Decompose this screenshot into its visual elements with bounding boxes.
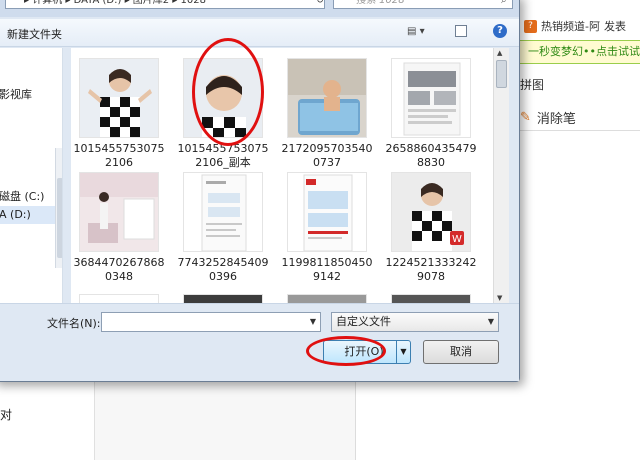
svg-text:W: W [452, 234, 462, 245]
file-type-value: 自定义文件 [336, 315, 391, 328]
file-item[interactable] [175, 290, 271, 303]
file-list-scrollbar[interactable]: ▲ ▼ [493, 48, 509, 303]
thumbnail-flyer-room [391, 58, 471, 138]
file-name: 10154557530752106_副本 [177, 142, 269, 169]
thumbnail-portrait [79, 58, 159, 138]
help-icon[interactable]: ? [493, 24, 507, 38]
thumbnail-room [79, 172, 159, 252]
scroll-up-icon[interactable]: ▲ [497, 49, 502, 57]
filename-label: 文件名(N): [47, 317, 101, 330]
search-input[interactable]: 搜索 1028 [333, 0, 513, 9]
file-name: 36844702678680348 [73, 256, 165, 283]
new-folder-button[interactable]: 新建文件夹 [7, 26, 62, 42]
hot-channel-icon: ? [524, 19, 537, 33]
hot-channel-link[interactable]: 热销频道-阿 [541, 18, 600, 34]
file-item[interactable]: 10154557530752106_副本 [175, 54, 271, 179]
nav-scrollbar[interactable] [55, 148, 62, 268]
file-item[interactable]: W 12245213332429078 [383, 168, 479, 293]
file-item[interactable]: 21720957035400737 [279, 54, 375, 179]
file-list: 10154557530752106 10154557530752106_副本 2… [71, 48, 495, 303]
file-item[interactable] [383, 290, 479, 303]
chevron-down-icon[interactable]: ▼ [310, 317, 316, 326]
navigation-pane: 影视库 磁盘 (C:) A (D:) [0, 48, 63, 303]
file-name: 77432528454090396 [177, 256, 269, 283]
thumbnail-child-bath [287, 58, 367, 138]
open-button-label: 打开(O) [344, 345, 384, 358]
file-item[interactable] [279, 290, 375, 303]
file-item[interactable]: 36844702678680348 [71, 168, 167, 293]
filename-input[interactable]: ▼ [101, 312, 321, 332]
column-divider [355, 382, 356, 460]
thumbnail-document [183, 172, 263, 252]
nav-item-video-library[interactable]: 影视库 [0, 86, 32, 102]
address-bar[interactable]: ▸ 计算机 ▸ DATA (D:) ▸ 图片库2 ▸ 1028 [5, 0, 325, 9]
view-options-icon[interactable]: ▤ ▾ [407, 26, 425, 37]
file-item[interactable] [71, 290, 167, 303]
file-item[interactable]: 10154557530752106 [71, 54, 167, 179]
thumbnail-flyer-red [287, 172, 367, 252]
dialog-footer: 文件名(N): ▼ 自定义文件 ▼ 打开(O) ▼ 取消 [0, 303, 519, 381]
refresh-icon[interactable]: ↻ [313, 0, 327, 9]
file-name: 11998118504509142 [281, 256, 373, 283]
toolbar: 新建文件夹 ▤ ▾ ? [0, 19, 519, 47]
thumbnail-partial [391, 294, 471, 303]
file-item[interactable]: 77432528454090396 [175, 168, 271, 293]
scroll-down-icon[interactable]: ▼ [497, 294, 502, 302]
eraser-icon: ✎ [520, 109, 531, 125]
nav-item-disk-d[interactable]: A (D:) [0, 206, 62, 224]
divider [520, 130, 640, 131]
scroll-thumb[interactable] [496, 60, 507, 88]
bottom-strip [95, 382, 355, 460]
tab-collage[interactable]: 拼图 [520, 76, 544, 93]
file-name: 12245213332429078 [385, 256, 477, 283]
file-item[interactable]: 26588604354798830 [383, 54, 479, 179]
panel-text: 对 [0, 408, 13, 422]
thumbnail-portrait-logo: W [391, 172, 471, 252]
preview-pane-icon[interactable] [455, 25, 467, 37]
bottom-left-panel: 对 [0, 382, 95, 460]
open-dropdown-icon[interactable]: ▼ [396, 341, 410, 363]
chevron-down-icon[interactable]: ▼ [488, 313, 494, 331]
file-name: 10154557530752106 [73, 142, 165, 169]
address-row: ▸ 计算机 ▸ DATA (D:) ▸ 图片库2 ▸ 1028 ↻ 搜索 102… [0, 0, 519, 17]
open-file-dialog: ▸ 计算机 ▸ DATA (D:) ▸ 图片库2 ▸ 1028 ↻ 搜索 102… [0, 0, 520, 382]
file-item[interactable]: 11998118504509142 [279, 168, 375, 293]
promo-banner[interactable]: 一秒变梦幻••点击试试看 [520, 40, 640, 64]
nav-item-disk-c[interactable]: 磁盘 (C:) [0, 188, 44, 204]
file-name: 26588604354798830 [385, 142, 477, 169]
eraser-tool[interactable]: ✎ 消除笔 [520, 106, 576, 128]
file-name: 21720957035400737 [281, 142, 373, 169]
open-button[interactable]: 打开(O) ▼ [323, 340, 411, 364]
post-link[interactable]: 发表 [604, 18, 626, 34]
cancel-button[interactable]: 取消 [423, 340, 499, 364]
eraser-label: 消除笔 [536, 111, 576, 127]
hot-channel-bar[interactable]: ? 热销频道-阿 发表 [520, 12, 640, 40]
file-type-select[interactable]: 自定义文件 ▼ [331, 312, 499, 332]
search-icon[interactable]: ⌕ [501, 0, 507, 6]
nav-scroll-thumb[interactable] [57, 178, 62, 258]
thumbnail-partial [79, 294, 159, 303]
thumbnail-partial [287, 294, 367, 303]
thumbnail-portrait-crop [183, 58, 263, 138]
thumbnail-partial [183, 294, 263, 303]
